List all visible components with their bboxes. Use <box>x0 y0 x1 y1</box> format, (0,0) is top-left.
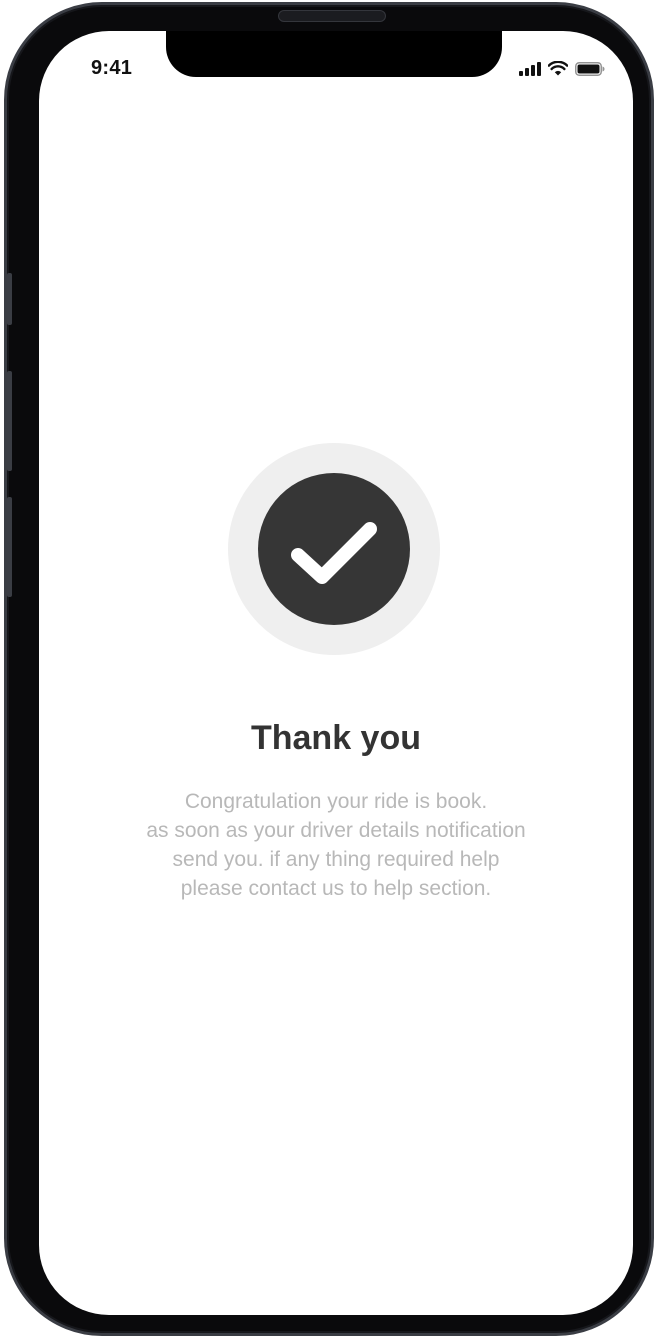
battery-icon <box>575 61 605 76</box>
volume-up-button <box>7 371 12 471</box>
message-line: please contact us to help section. <box>180 877 492 900</box>
status-time: 9:41 <box>91 57 133 79</box>
message-line: send you. if any thing required help <box>172 848 500 871</box>
wifi-icon <box>548 61 568 76</box>
screen: 9:41 Thank you Congratulation your ride … <box>39 31 633 1315</box>
message-line: as soon as your driver details notificat… <box>146 819 526 842</box>
phone-frame: 9:41 Thank you Congratulation your ride … <box>4 2 654 1336</box>
notch <box>166 31 502 77</box>
volume-down-button <box>7 497 12 597</box>
speaker-grille <box>278 10 386 22</box>
status-icons <box>519 61 605 76</box>
confirmation-message: Congratulation your ride is book. as soo… <box>39 787 633 903</box>
success-icon-ring <box>228 443 440 655</box>
thank-you-title: Thank you <box>250 719 422 757</box>
success-icon-circle <box>258 473 410 625</box>
cellular-signal-icon <box>519 61 541 76</box>
silent-switch <box>7 273 12 325</box>
message-line: Congratulation your ride is book. <box>184 790 488 813</box>
checkmark-icon <box>291 522 377 584</box>
